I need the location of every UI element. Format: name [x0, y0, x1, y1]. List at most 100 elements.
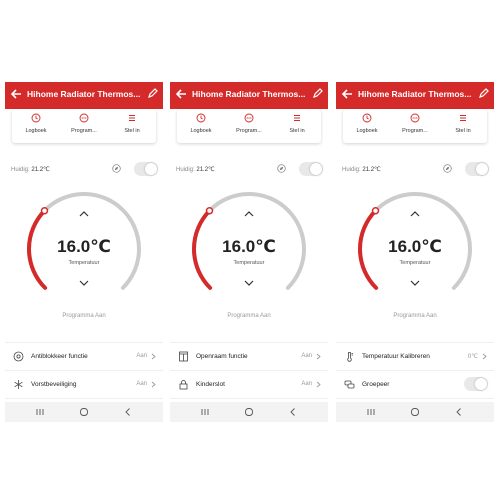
current-value: 21.2℃: [31, 167, 50, 173]
setting-temperatuur-kalibreren[interactable]: Temperatuur Kalibreren 0℃: [336, 343, 494, 371]
settings-list: Openraam functie Aan Kinderslot Aan: [170, 342, 328, 399]
decrease-temperature-icon[interactable]: [243, 279, 255, 287]
toggle-knob: [475, 378, 487, 390]
tab-label: Logboek: [356, 128, 378, 134]
compass-icon[interactable]: [277, 164, 286, 173]
setting-label: Vorstbeveiliging: [31, 381, 77, 388]
back-arrow-icon[interactable]: [9, 87, 23, 101]
temperature-label: Temperatuur: [68, 260, 100, 266]
tab-label: Logboek: [190, 128, 212, 134]
chevron-right-icon: [151, 381, 156, 388]
setting-label: Kinderslot: [196, 381, 225, 388]
back-arrow-icon[interactable]: [340, 87, 354, 101]
edit-pencil-icon[interactable]: [147, 87, 159, 99]
tab-bar: Logboek Program... Stel in: [343, 109, 487, 143]
setting-label: Openraam functie: [196, 353, 248, 360]
tab-stel-in[interactable]: Stel in: [277, 113, 317, 141]
increase-temperature-icon[interactable]: [243, 210, 255, 218]
toggle-knob: [310, 163, 322, 175]
tab-label: Program...: [402, 128, 428, 134]
power-toggle[interactable]: [465, 162, 489, 176]
temperature-label: Temperatuur: [399, 260, 431, 266]
compass-icon[interactable]: [112, 164, 121, 173]
program-icon: [79, 113, 89, 123]
dial-knob[interactable]: [371, 206, 380, 215]
setting-value: Aan: [136, 381, 147, 387]
back-nav-icon[interactable]: [123, 407, 133, 417]
recent-apps-icon[interactable]: [366, 407, 376, 417]
app-header: Hihome Radiator Thermos...: [5, 82, 163, 109]
header-title: Hihome Radiator Thermos...: [27, 89, 141, 99]
tab-stel-in[interactable]: Stel in: [112, 113, 152, 141]
dial-knob[interactable]: [40, 206, 49, 215]
increase-temperature-icon[interactable]: [78, 210, 90, 218]
toggle-knob: [145, 163, 157, 175]
recent-apps-icon[interactable]: [35, 407, 45, 417]
program-icon: [244, 113, 254, 123]
home-icon[interactable]: [244, 407, 254, 417]
app-header: Hihome Radiator Thermos...: [170, 82, 328, 109]
setting-value: Aan: [301, 381, 312, 387]
tab-logboek[interactable]: Logboek: [16, 113, 56, 141]
current-value: 21.2℃: [362, 167, 381, 173]
power-toggle[interactable]: [299, 162, 323, 176]
phone-screen-3: Hihome Radiator Thermos... Logboek Progr…: [336, 82, 494, 422]
header-title: Hihome Radiator Thermos...: [192, 89, 306, 99]
tab-stel-in[interactable]: Stel in: [443, 113, 483, 141]
home-icon[interactable]: [79, 407, 89, 417]
current-temperature: Huidig: 21.2℃: [342, 166, 381, 173]
target-temperature: 16.0℃: [57, 237, 111, 256]
setting-label: Antiblokkeer functie: [31, 353, 88, 360]
setting-label: Temperatuur Kalibreren: [362, 353, 430, 360]
tab-label: Program...: [236, 128, 262, 134]
tab-program[interactable]: Program...: [229, 113, 269, 141]
android-nav-bar: [170, 402, 328, 422]
toggle-knob: [476, 163, 488, 175]
setting-groepeer: Groepeer: [336, 371, 494, 399]
settings-list-icon: [129, 115, 135, 121]
setting-vorstbeveiliging[interactable]: Vorstbeveiliging Aan: [5, 371, 163, 399]
dial-knob[interactable]: [205, 206, 214, 215]
chevron-right-icon: [482, 353, 487, 360]
setting-value: Aan: [301, 353, 312, 359]
decrease-temperature-icon[interactable]: [409, 279, 421, 287]
android-nav-bar: [5, 402, 163, 422]
tab-label: Stel in: [289, 128, 305, 134]
tab-logboek[interactable]: Logboek: [181, 113, 221, 141]
back-nav-icon[interactable]: [288, 407, 298, 417]
setting-openraam[interactable]: Openraam functie Aan: [170, 343, 328, 371]
recent-apps-icon[interactable]: [200, 407, 210, 417]
settings-list-icon: [294, 115, 300, 121]
edit-pencil-icon[interactable]: [312, 87, 324, 99]
program-status: Programma Aan: [62, 313, 106, 319]
compass-icon[interactable]: [443, 164, 452, 173]
tab-bar: Logboek Program... Stel in: [12, 109, 156, 143]
phone-screen-1: Hihome Radiator Thermos... Logboek Progr…: [5, 82, 163, 422]
tab-logboek[interactable]: Logboek: [347, 113, 387, 141]
setting-label: Groepeer: [362, 381, 390, 388]
groepeer-toggle[interactable]: [464, 377, 488, 391]
program-status: Programma Aan: [227, 313, 271, 319]
tab-bar: Logboek Program... Stel in: [177, 109, 321, 143]
tab-label: Stel in: [455, 128, 471, 134]
power-toggle[interactable]: [134, 162, 158, 176]
home-icon[interactable]: [410, 407, 420, 417]
tab-program[interactable]: Program...: [395, 113, 435, 141]
phone-screen-2: Hihome Radiator Thermos... Logboek Progr…: [170, 82, 328, 422]
decrease-temperature-icon[interactable]: [78, 279, 90, 287]
program-icon: [410, 113, 420, 123]
back-arrow-icon[interactable]: [174, 87, 188, 101]
tab-label: Stel in: [124, 128, 140, 134]
back-nav-icon[interactable]: [454, 407, 464, 417]
clock-icon: [362, 113, 372, 123]
setting-kinderslot[interactable]: Kinderslot Aan: [170, 371, 328, 399]
increase-temperature-icon[interactable]: [409, 210, 421, 218]
app-header: Hihome Radiator Thermos...: [336, 82, 494, 109]
target-temperature: 16.0℃: [388, 237, 442, 256]
setting-antiblokkeer[interactable]: Antiblokkeer functie Aan: [5, 343, 163, 371]
snowflake-icon: [14, 380, 23, 389]
group-icon: [344, 380, 355, 389]
tab-program[interactable]: Program...: [64, 113, 104, 141]
edit-pencil-icon[interactable]: [478, 87, 490, 99]
current-temperature: Huidig: 21.2℃: [176, 166, 215, 173]
